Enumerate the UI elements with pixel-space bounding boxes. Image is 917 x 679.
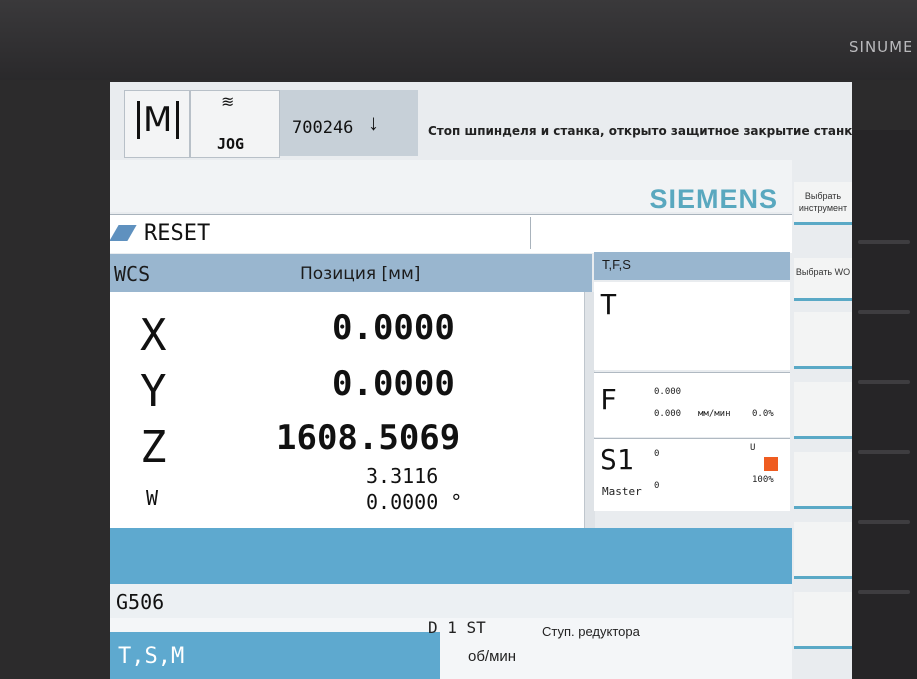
- tool-label: T: [600, 288, 617, 321]
- bezel-slot: [858, 590, 910, 594]
- channel-status: RESET: [144, 221, 211, 246]
- axis-z-value: 1608.5069: [276, 418, 461, 458]
- axis-w-label: W: [146, 486, 159, 510]
- g-code: G506: [116, 590, 165, 614]
- logo-bar: SIEMENS: [110, 160, 792, 214]
- feed-value-actual: 0.000: [654, 387, 682, 397]
- channel-status-row: RESET: [110, 214, 792, 253]
- g-function-row: G506: [110, 584, 792, 618]
- softkey-select-wo[interactable]: Выбрать WO: [794, 258, 852, 301]
- spindle-value-set: 0: [654, 481, 660, 491]
- position-display: X 0.0000 Y 0.0000 Z 1608.5069 W 3.3116 0…: [110, 292, 584, 528]
- feed-window: F 0.000 0.000 мм/мин 0.0%: [594, 372, 790, 437]
- axis-z-label: Z: [140, 422, 167, 473]
- spindle-u: U: [750, 443, 756, 453]
- rpm-unit: об/мин: [468, 648, 517, 665]
- softkey-empty[interactable]: [794, 382, 852, 439]
- gear-stage-label: Ступ. редуктора: [542, 624, 640, 639]
- alarm-message: Стоп шпинделя и станка, открыто защитное…: [428, 124, 852, 138]
- brand-label: SINUMERIK: [849, 38, 911, 56]
- bezel-slot: [858, 310, 910, 314]
- alarm-number: 700246: [292, 118, 354, 138]
- spindle-override: 100%: [752, 475, 774, 485]
- tfs-title: T,F,S: [602, 257, 631, 272]
- spindle-label: S1: [600, 443, 634, 476]
- feed-label: F: [600, 383, 617, 416]
- program-status-field: [530, 217, 793, 249]
- spindle-direction-icon: [764, 457, 778, 471]
- axis-y-value: 0.0000: [332, 364, 455, 404]
- tool-offset: D 1 ST: [428, 618, 486, 637]
- tsm-title: T,S,M: [118, 644, 185, 669]
- softkey-empty[interactable]: [794, 592, 852, 649]
- softkey-empty[interactable]: [794, 312, 852, 369]
- spindle-value-actual: 0: [654, 449, 660, 459]
- bezel-slot: [858, 450, 910, 454]
- wcs-header: WCS Позиция [мм]: [110, 254, 592, 292]
- jog-wave-icon: ≋: [221, 94, 235, 111]
- bezel-slot: [858, 380, 910, 384]
- spindle-master: Master: [602, 485, 642, 498]
- tsm-row: T,S,M D 1 ST об/мин Ступ. редуктора: [110, 618, 792, 679]
- monitor-bezel-top: SINUMERIK: [0, 0, 917, 80]
- jog-mode-indicator[interactable]: ≋ JOG: [190, 90, 280, 158]
- feed-override: 0.0%: [752, 409, 774, 419]
- position-header: Позиция [мм]: [300, 264, 421, 284]
- axis-x-label: X: [140, 310, 167, 361]
- wcs-title: WCS: [114, 262, 151, 286]
- spindle-window: S1 Master 0 0 U 100%: [594, 438, 790, 511]
- jog-label: JOG: [217, 135, 245, 153]
- feed-value-set: 0.000: [654, 409, 682, 419]
- bezel-slot: [858, 240, 910, 244]
- section-divider: [110, 528, 792, 584]
- alarm-indicator[interactable]: 700246 ↓: [280, 90, 418, 156]
- operating-area-button[interactable]: M: [124, 90, 190, 158]
- axis-y-label: Y: [140, 366, 167, 417]
- softkey-empty[interactable]: [794, 452, 852, 509]
- feed-unit: мм/мин: [698, 409, 731, 419]
- machine-icon: M: [137, 101, 179, 139]
- hmi-screen: M ≋ JOG 700246 ↓ Стоп шпинделя и станка,…: [110, 82, 852, 679]
- bezel-slot: [858, 520, 910, 524]
- monitor-bezel-right: [850, 130, 917, 679]
- axis-w-value: 3.3116: [366, 464, 439, 488]
- tfs-header: T,F,S: [594, 252, 790, 280]
- tsm-header: T,S,M: [110, 632, 440, 679]
- axis-rotary-value: 0.0000 °: [366, 490, 463, 514]
- axis-x-value: 0.0000: [332, 308, 455, 348]
- arrow-down-icon: ↓: [368, 110, 379, 135]
- softkey-empty[interactable]: [794, 522, 852, 579]
- tool-window: T: [594, 282, 790, 370]
- siemens-logo: SIEMENS: [649, 184, 778, 214]
- softkey-select-tool[interactable]: Выбрать инструмент: [794, 182, 852, 225]
- channel-state-icon: [110, 225, 137, 241]
